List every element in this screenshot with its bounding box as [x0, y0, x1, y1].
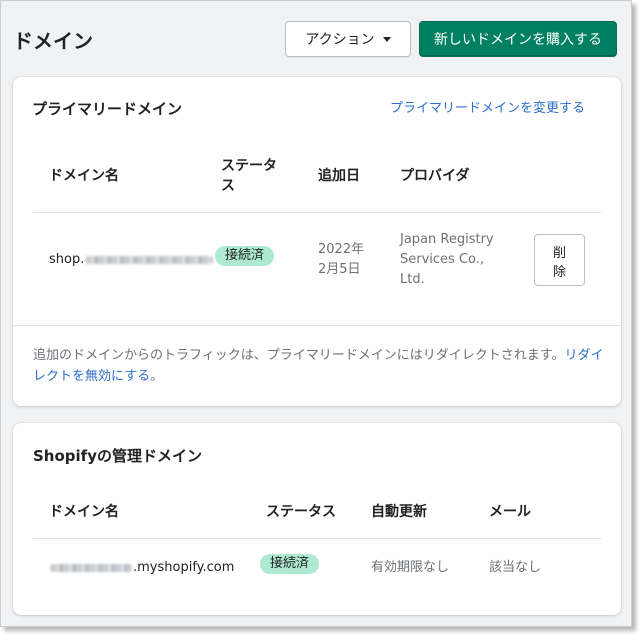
- redacted-text: [50, 563, 132, 572]
- actions-button-label: アクション: [305, 32, 375, 48]
- primary-domain-name: shop.: [49, 250, 214, 270]
- managed-domain-name: .myshopify.com: [49, 558, 234, 578]
- redacted-text: [85, 255, 214, 264]
- column-header-email: メール: [489, 504, 531, 520]
- added-date: 2022年 2月5日: [318, 242, 365, 277]
- provider-name: Japan Registry Services Co., Ltd.: [400, 232, 494, 287]
- column-header-domain-name: ドメイン名: [49, 168, 119, 184]
- buy-new-domain-label: 新しいドメインを購入する: [434, 32, 602, 48]
- table-divider: [33, 212, 601, 213]
- managed-domain-title: Shopifyの管理ドメイン: [33, 447, 202, 465]
- column-header-domain-name: ドメイン名: [49, 504, 119, 520]
- primary-domain-card: プライマリードメイン プライマリードメインを変更する ドメイン名 ステータ ス …: [13, 77, 621, 406]
- section-divider: [13, 325, 621, 326]
- email-value: 該当なし: [489, 560, 542, 575]
- auto-renew-value: 有効期限なし: [371, 560, 450, 575]
- buy-new-domain-button[interactable]: 新しいドメインを購入する: [419, 21, 617, 57]
- status-badge: 接続済: [215, 246, 275, 266]
- redirect-note: 追加のドメインからのトラフィックは、プライマリードメインにはリダイレクトされます…: [33, 348, 604, 384]
- change-primary-domain-link[interactable]: プライマリードメインを変更する: [390, 97, 585, 116]
- page-title: ドメイン: [13, 29, 93, 53]
- managed-domain-card: Shopifyの管理ドメイン ドメイン名 ステータス 自動更新 メール .mys…: [13, 423, 621, 615]
- status-badge: 接続済: [260, 554, 320, 574]
- page-header: ドメイン アクション 新しいドメインを購入する: [1, 1, 631, 75]
- domains-page: ドメイン アクション 新しいドメインを購入する プライマリードメイン プライマリ…: [0, 0, 632, 627]
- caret-down-icon: [382, 36, 391, 42]
- delete-domain-button[interactable]: 削 除: [534, 234, 585, 286]
- column-header-added-date: 追加日: [318, 168, 360, 184]
- column-header-auto-renew: 自動更新: [371, 504, 427, 520]
- primary-domain-title: プライマリードメイン: [32, 100, 183, 118]
- table-divider: [33, 538, 601, 539]
- column-header-provider: プロバイダ: [400, 168, 470, 184]
- actions-button[interactable]: アクション: [285, 21, 411, 57]
- column-header-status: ステータス: [266, 504, 336, 520]
- column-header-status: ステータ ス: [221, 158, 277, 194]
